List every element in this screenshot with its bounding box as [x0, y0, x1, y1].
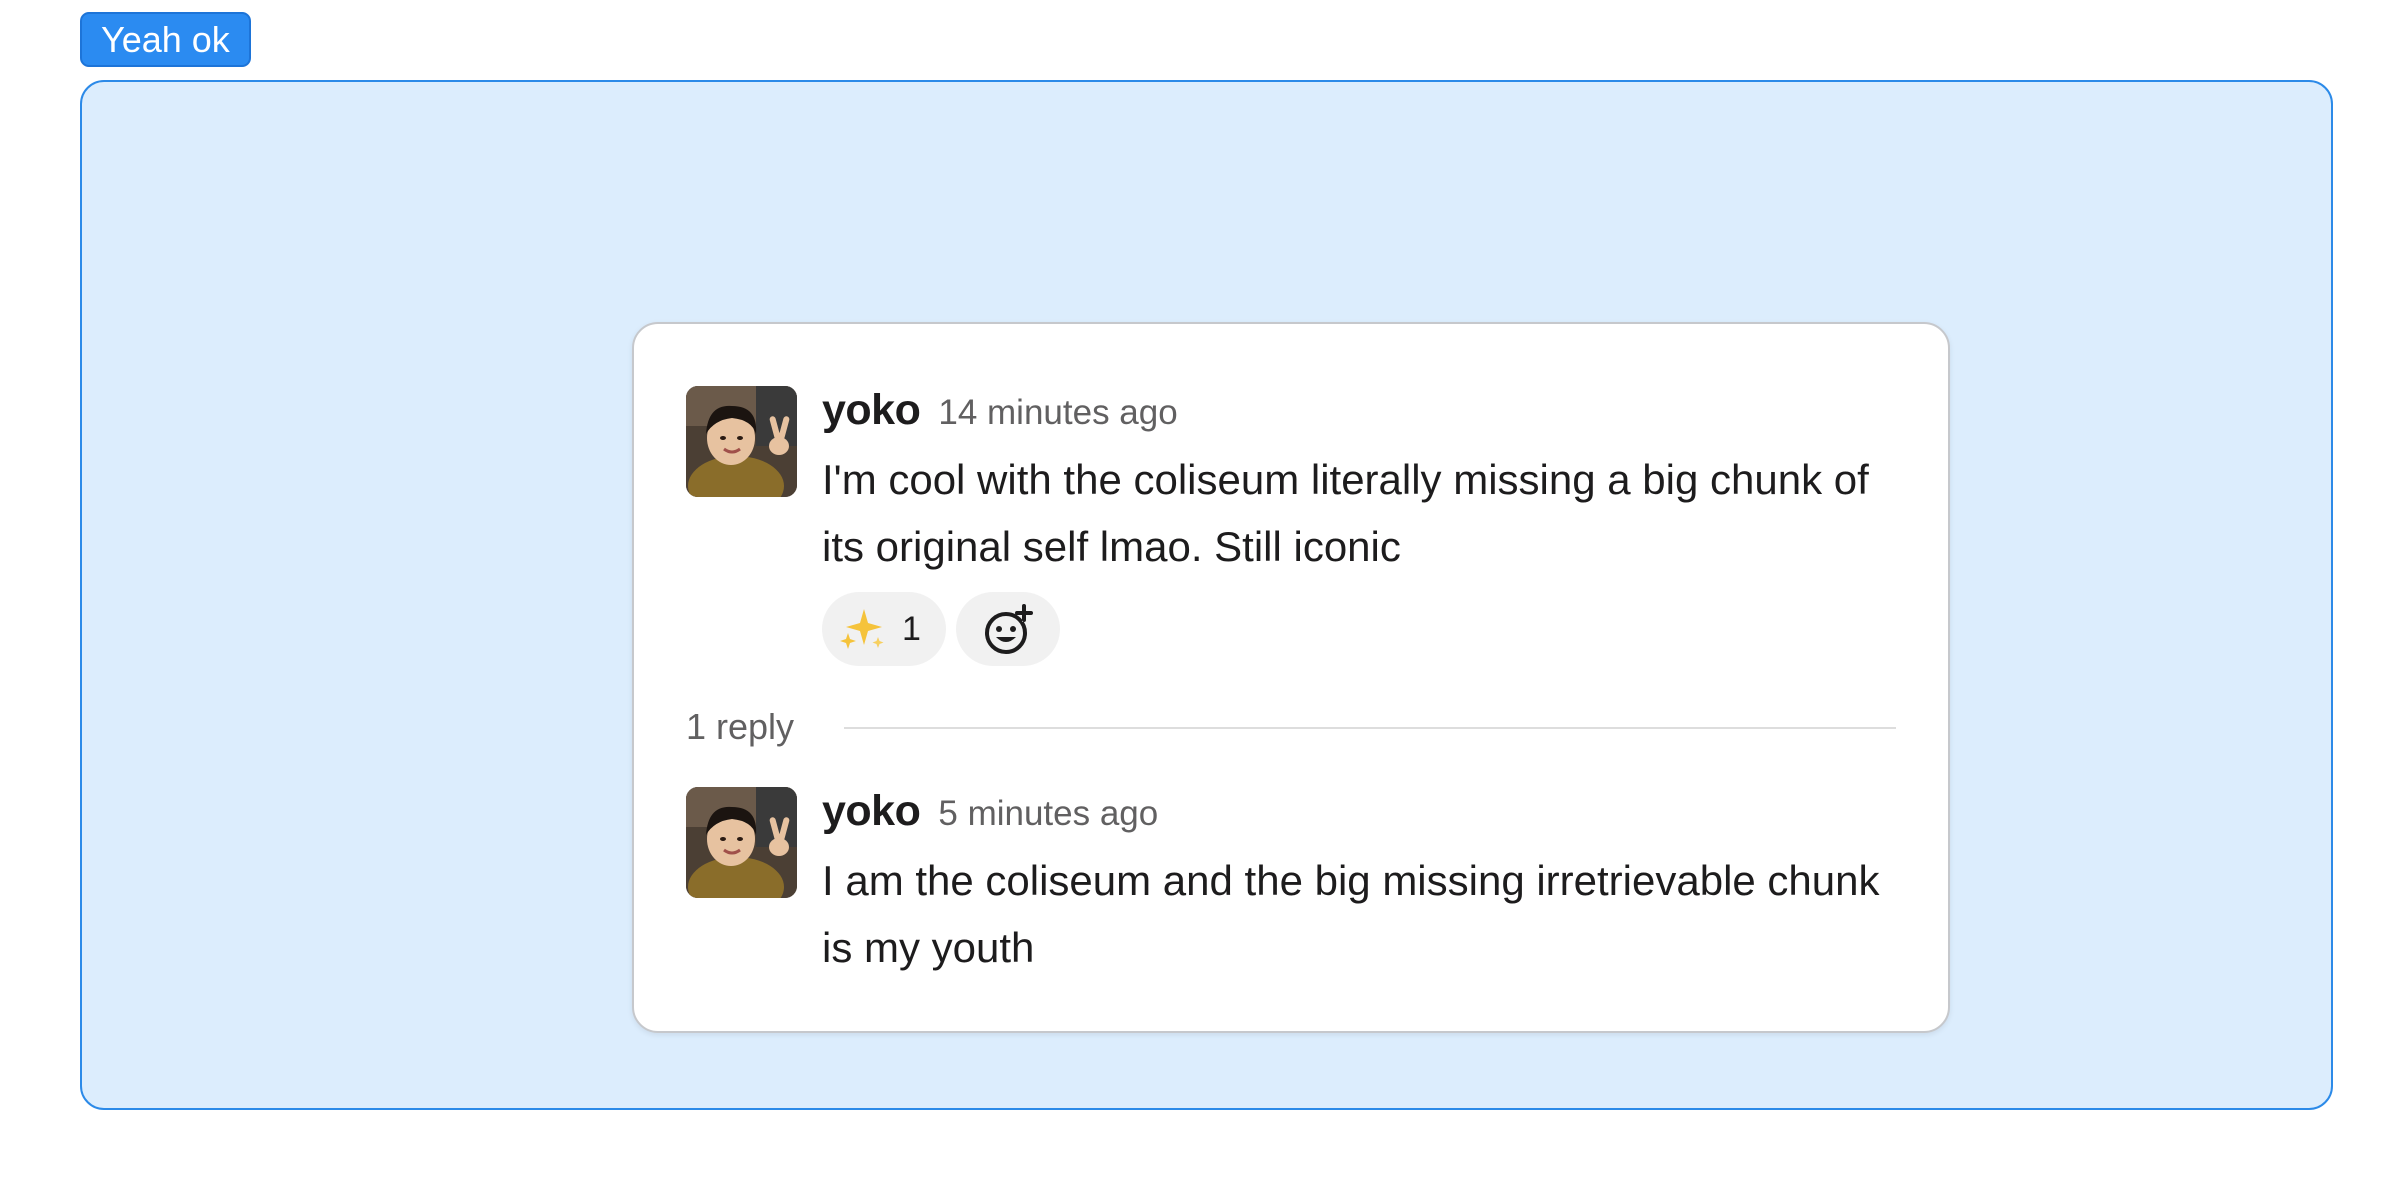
reaction-count: 1 — [902, 610, 921, 648]
reactions-bar: 1 — [822, 592, 1912, 666]
add-reaction-button[interactable] — [956, 592, 1060, 666]
message-text: I am the coliseum and the big missing ir… — [822, 857, 1880, 971]
add-reaction-icon — [985, 604, 1033, 654]
avatar[interactable] — [686, 787, 797, 898]
message-header: yoko 5 minutes ago — [822, 787, 1912, 837]
reply-count[interactable]: 1 reply — [686, 702, 794, 752]
timestamp[interactable]: 5 minutes ago — [938, 794, 1158, 833]
yeah-ok-button[interactable]: Yeah ok — [80, 12, 251, 67]
reply-divider-row: 1 reply — [686, 702, 1896, 752]
sparkles-icon — [840, 609, 884, 649]
avatar[interactable] — [686, 386, 797, 497]
message-content: yoko 14 minutes ago I'm cool with the col… — [822, 386, 1912, 666]
message-text: I'm cool with the coliseum literally mis… — [822, 456, 1869, 570]
username[interactable]: yoko — [822, 787, 921, 835]
message-header: yoko 14 minutes ago — [822, 386, 1912, 436]
message-content: yoko 5 minutes ago I am the coliseum and … — [822, 787, 1912, 981]
avatar-photo — [686, 787, 797, 898]
timestamp[interactable]: 14 minutes ago — [938, 393, 1177, 432]
divider — [844, 727, 1896, 729]
preview-frame: yoko 14 minutes ago I'm cool with the col… — [80, 80, 2333, 1110]
message-card: yoko 14 minutes ago I'm cool with the col… — [632, 322, 1950, 1033]
username[interactable]: yoko — [822, 386, 921, 434]
avatar-photo — [686, 386, 797, 497]
reaction-sparkles[interactable]: 1 — [822, 592, 946, 666]
